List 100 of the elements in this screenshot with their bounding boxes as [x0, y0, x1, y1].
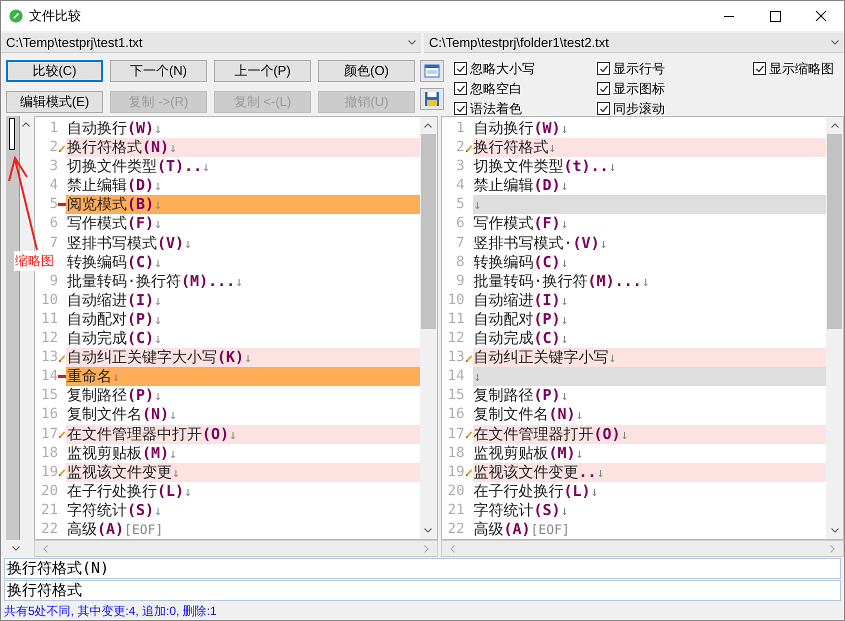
line-number: 18: [448, 444, 464, 463]
line-number: 2: [456, 138, 464, 158]
code-line: 自动换行(W)↓: [66, 119, 163, 138]
toolbar-button[interactable]: 上一个(P): [214, 60, 311, 82]
toolbar-button[interactable]: 编辑模式(E): [6, 91, 103, 113]
toolbar-button[interactable]: 颜色(O): [318, 60, 415, 82]
code-line: 自动配对(P)↓: [472, 310, 570, 330]
line-number: 1: [50, 119, 58, 138]
text-pane[interactable]: [440, 116, 844, 540]
caret-icon: [408, 40, 416, 45]
code-line: 竖排书写模式(V)↓: [66, 234, 193, 253]
scrollbar-thumb[interactable]: [420, 134, 436, 329]
code-line: 复制路径(P)↓: [472, 386, 570, 406]
code-line: 禁止编辑(D)↓: [66, 176, 163, 196]
line-number: 1: [456, 119, 464, 138]
code-line: 自动配对(P)↓: [66, 310, 163, 330]
code-line: 自动换行(W)↓: [472, 119, 570, 138]
line-number: 19: [41, 462, 58, 482]
line-number: 4: [456, 176, 464, 196]
scroll-up-icon[interactable]: [830, 123, 838, 128]
line-number: 9: [50, 272, 58, 291]
option-checkbox[interactable]: 忽略空白: [454, 80, 597, 97]
option-checkbox[interactable]: 显示缩略图: [753, 60, 834, 77]
viewport-marker[interactable]: [9, 118, 15, 150]
line-number: 19: [448, 462, 464, 482]
code-line: 监视剪贴板(M)↓: [66, 444, 178, 463]
option-checkbox[interactable]: 显示图标: [597, 80, 753, 97]
line-number: 7: [456, 234, 464, 253]
line-number: 13: [41, 348, 58, 368]
line-number: 14: [41, 367, 58, 386]
code-line: 高级(A)[EOF]: [66, 520, 164, 540]
line-number: 12: [41, 329, 58, 348]
scroll-down-icon[interactable]: [424, 528, 432, 533]
line-number: 21: [448, 500, 464, 520]
line-number: 11: [448, 310, 464, 329]
toolbar-button[interactable]: 比较(C): [6, 60, 103, 82]
code-line: 批量转码·换行符(M)...↓: [472, 272, 651, 291]
code-line: 在子行处换行(L)↓: [472, 482, 600, 501]
window-icon[interactable]: [420, 60, 444, 82]
line-number: 15: [448, 386, 464, 406]
line-number: 6: [50, 214, 58, 234]
code-line: 竖排书写模式·(V)↓: [472, 234, 608, 253]
scroll-up-icon[interactable]: [22, 122, 30, 127]
code-line: 自动缩进(I)↓: [472, 290, 570, 310]
code-line: 批量转码·换行符(M)...↓: [66, 272, 244, 291]
line-number: 5: [50, 195, 58, 214]
line-number: 18: [41, 444, 58, 463]
code-line: 复制文件名(N)↓: [66, 405, 178, 424]
toolbar-button[interactable]: 下一个(N): [110, 60, 207, 82]
code-line: 切换文件类型(T)..↓: [66, 157, 211, 176]
line-number: 7: [50, 234, 58, 253]
line-number: 6: [456, 214, 464, 234]
line-number: 22: [41, 520, 58, 539]
line-number: 21: [41, 500, 58, 520]
line-number: 4: [50, 176, 58, 196]
line-number: 16: [41, 405, 58, 424]
scroll-down-icon[interactable]: [830, 528, 838, 533]
scroll-up-icon[interactable]: [424, 123, 432, 128]
code-line: 写作模式(F)↓: [472, 214, 570, 234]
app-icon: [9, 9, 23, 23]
save-icon[interactable]: [420, 88, 444, 110]
line-number: 13: [448, 348, 464, 368]
status-text: 共有5处不同, 其中变更:4, 追加:0, 删除:1: [3, 603, 218, 620]
checkbox[interactable]: [454, 62, 467, 75]
code-line: 字符统计(S)↓: [66, 500, 163, 520]
code-line: 切换文件类型(t)..↓: [472, 157, 618, 176]
annotation-label: 缩略图: [14, 251, 55, 271]
line-number: 12: [448, 329, 464, 348]
option-checkbox[interactable]: 显示行号: [597, 60, 753, 77]
path-dropdown[interactable]: C:\Temp\testprj\test1.txt: [1, 33, 421, 53]
checkbox[interactable]: [454, 102, 467, 115]
code-line: 字符统计(S)↓: [472, 500, 570, 520]
checkbox[interactable]: [597, 62, 610, 75]
line-number: 20: [448, 482, 464, 501]
line-number: 14: [448, 367, 464, 386]
checkbox[interactable]: [753, 62, 766, 75]
code-line: 写作模式(F)↓: [66, 214, 163, 234]
line-number: 22: [448, 520, 464, 539]
line-number: 17: [41, 424, 58, 444]
checkbox[interactable]: [597, 82, 610, 95]
code-line: 禁止编辑(D)↓: [472, 176, 570, 196]
option-checkbox[interactable]: 忽略大小写: [454, 60, 597, 77]
line-number: 15: [41, 386, 58, 406]
line-number: 10: [448, 290, 464, 310]
path-dropdown[interactable]: C:\Temp\testprj\folder1\test2.txt: [424, 33, 844, 53]
caret-icon: [831, 40, 839, 45]
line-number: 16: [448, 405, 464, 424]
option-checkbox[interactable]: 同步滚动: [597, 100, 753, 117]
code-line: 自动缩进(I)↓: [66, 290, 163, 310]
code-line: 自动完成(C)↓: [66, 329, 163, 348]
checkbox[interactable]: [597, 102, 610, 115]
code-line: 监视剪贴板(M)↓: [472, 444, 584, 463]
line-number: 8: [456, 252, 464, 272]
scrollbar-thumb[interactable]: [827, 134, 842, 329]
line-number: 20: [41, 482, 58, 501]
line-number: 3: [456, 157, 464, 176]
scroll-down-icon[interactable]: [12, 546, 20, 551]
code-line: 在子行处换行(L)↓: [66, 482, 193, 501]
option-checkbox[interactable]: 语法着色: [454, 100, 597, 117]
checkbox[interactable]: [454, 82, 467, 95]
